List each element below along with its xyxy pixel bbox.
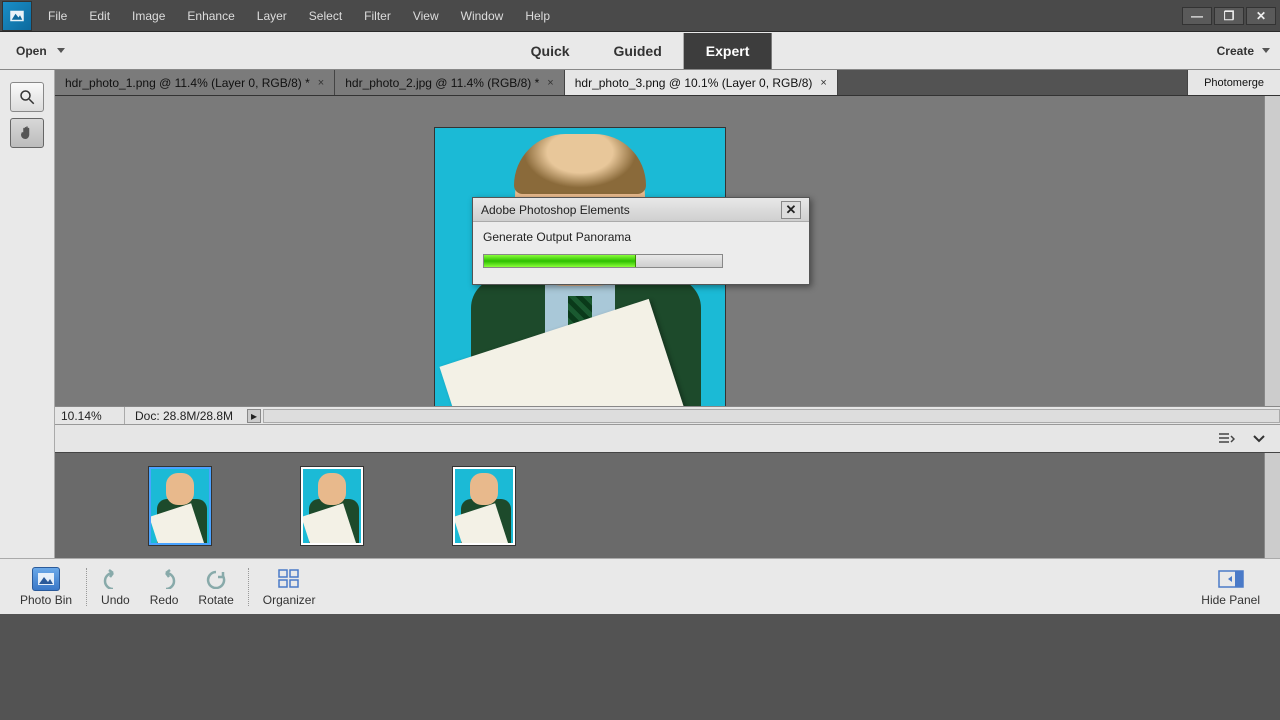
photo-bin-thumb-1[interactable]	[149, 467, 211, 545]
vertical-scrollbar[interactable]	[1264, 453, 1280, 558]
redo-button[interactable]: Redo	[140, 565, 189, 609]
document-tab-label: hdr_photo_1.png @ 11.4% (Layer 0, RGB/8)…	[65, 76, 310, 90]
undo-label: Undo	[101, 593, 130, 607]
editor-area: hdr_photo_1.png @ 11.4% (Layer 0, RGB/8)…	[55, 70, 1280, 558]
menu-view[interactable]: View	[403, 3, 449, 29]
rotate-label: Rotate	[198, 593, 233, 607]
hide-panel-icon	[1217, 567, 1245, 591]
photo-bin-label: Photo Bin	[20, 593, 72, 607]
toolbar	[0, 70, 55, 558]
organizer-icon	[275, 567, 303, 591]
create-button[interactable]: Create	[1217, 44, 1270, 58]
document-tab-label: hdr_photo_3.png @ 10.1% (Layer 0, RGB/8)	[575, 76, 813, 90]
modebar: Open Quick Guided Expert Create	[0, 32, 1280, 70]
window-controls: — ❐ ✕	[1182, 7, 1280, 25]
menu-file[interactable]: File	[38, 3, 77, 29]
hide-panel-button[interactable]: Hide Panel	[1191, 565, 1270, 609]
chevron-down-icon[interactable]	[1250, 432, 1268, 446]
titlebar: File Edit Image Enhance Layer Select Fil…	[0, 0, 1280, 32]
organizer-label: Organizer	[263, 593, 316, 607]
photo-bin-thumb-3[interactable]	[453, 467, 515, 545]
redo-label: Redo	[150, 593, 179, 607]
undo-button[interactable]: Undo	[91, 565, 140, 609]
menu-filter[interactable]: Filter	[354, 3, 401, 29]
horizontal-scrollbar[interactable]	[263, 409, 1280, 423]
window-maximize-button[interactable]: ❐	[1214, 7, 1244, 25]
mode-tabs: Quick Guided Expert	[509, 33, 772, 69]
divider	[248, 568, 249, 606]
dialog-body: Generate Output Panorama	[473, 222, 809, 284]
document-tab-3[interactable]: hdr_photo_3.png @ 10.1% (Layer 0, RGB/8)…	[565, 70, 838, 95]
hand-icon	[18, 124, 36, 142]
window-minimize-button[interactable]: —	[1182, 7, 1212, 25]
menu-select[interactable]: Select	[299, 3, 352, 29]
photo-bin-thumb-2[interactable]	[301, 467, 363, 545]
caret-down-icon	[1262, 48, 1270, 53]
open-button[interactable]: Open	[10, 40, 71, 62]
menu-image[interactable]: Image	[122, 3, 175, 29]
vertical-scrollbar[interactable]	[1264, 96, 1280, 406]
document-tab-1[interactable]: hdr_photo_1.png @ 11.4% (Layer 0, RGB/8)…	[55, 70, 335, 95]
zoom-tool[interactable]	[10, 82, 44, 112]
photomerge-tab[interactable]: Photomerge	[1187, 70, 1280, 95]
status-bar: 10.14% Doc: 28.8M/28.8M ▸	[55, 406, 1280, 424]
photo-bin-button[interactable]: Photo Bin	[10, 565, 82, 609]
document-info: Doc: 28.8M/28.8M	[125, 409, 243, 423]
photo-bin-icon	[32, 567, 60, 591]
undo-icon	[101, 567, 129, 591]
menu-window[interactable]: Window	[451, 3, 514, 29]
panel-options-bar	[55, 424, 1280, 452]
dialog-close-button[interactable]: ✕	[781, 201, 801, 219]
document-tab-label: hdr_photo_2.jpg @ 11.4% (RGB/8) *	[345, 76, 539, 90]
window-close-button[interactable]: ✕	[1246, 7, 1276, 25]
zoom-icon	[18, 88, 36, 106]
create-label: Create	[1217, 44, 1254, 58]
menu-layer[interactable]: Layer	[247, 3, 297, 29]
mode-expert[interactable]: Expert	[684, 33, 772, 69]
progress-bar	[483, 254, 723, 268]
close-icon[interactable]: ×	[318, 77, 324, 89]
rotate-button[interactable]: Rotate	[188, 565, 243, 609]
dialog-message: Generate Output Panorama	[483, 230, 799, 244]
progress-fill	[484, 255, 636, 267]
bottom-toolbar: Photo Bin Undo Redo Rotate Organizer Hid…	[0, 558, 1280, 614]
open-label: Open	[16, 44, 47, 58]
menu-help[interactable]: Help	[515, 3, 560, 29]
caret-down-icon	[57, 48, 65, 53]
hand-tool[interactable]	[10, 118, 44, 148]
close-icon[interactable]: ×	[547, 77, 553, 89]
workspace: hdr_photo_1.png @ 11.4% (Layer 0, RGB/8)…	[0, 70, 1280, 558]
dialog-title: Adobe Photoshop Elements	[481, 203, 630, 217]
divider	[86, 568, 87, 606]
document-tabs: hdr_photo_1.png @ 11.4% (Layer 0, RGB/8)…	[55, 70, 1280, 96]
hide-panel-label: Hide Panel	[1201, 593, 1260, 607]
dialog-titlebar[interactable]: Adobe Photoshop Elements ✕	[473, 198, 809, 222]
menu-enhance[interactable]: Enhance	[177, 3, 244, 29]
rotate-icon	[202, 567, 230, 591]
menubar: File Edit Image Enhance Layer Select Fil…	[38, 3, 560, 29]
organizer-button[interactable]: Organizer	[253, 565, 326, 609]
zoom-value[interactable]: 10.14%	[55, 407, 125, 424]
mode-guided[interactable]: Guided	[592, 33, 684, 69]
app-logo-icon	[2, 1, 32, 31]
panel-menu-icon[interactable]	[1218, 432, 1236, 446]
info-menu-arrow-icon[interactable]: ▸	[247, 409, 261, 423]
menu-edit[interactable]: Edit	[79, 3, 120, 29]
document-tab-2[interactable]: hdr_photo_2.jpg @ 11.4% (RGB/8) * ×	[335, 70, 565, 95]
progress-dialog: Adobe Photoshop Elements ✕ Generate Outp…	[472, 197, 810, 285]
close-icon[interactable]: ×	[820, 77, 826, 89]
mode-quick[interactable]: Quick	[509, 33, 592, 69]
redo-icon	[150, 567, 178, 591]
photo-bin	[55, 452, 1280, 558]
